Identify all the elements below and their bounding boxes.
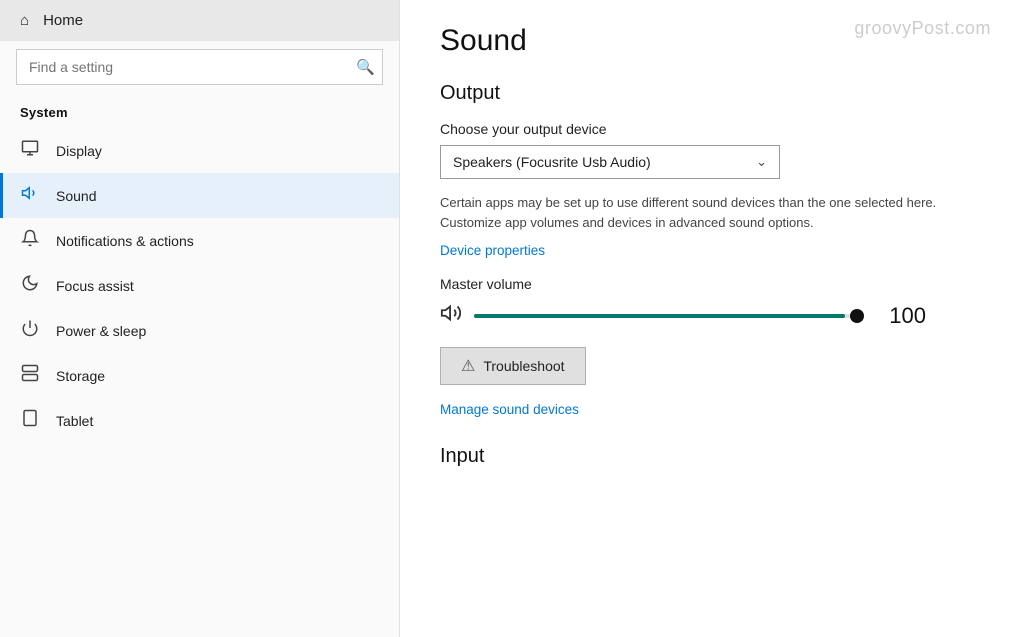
sidebar-item-sound[interactable]: Sound — [0, 173, 399, 218]
volume-label: Master volume — [440, 276, 979, 292]
sidebar-home-label: Home — [43, 12, 83, 29]
sidebar-item-tablet[interactable]: Tablet — [0, 398, 399, 443]
sidebar-item-storage[interactable]: Storage — [0, 353, 399, 398]
output-device-dropdown[interactable]: Speakers (Focusrite Usb Audio) ⌄ — [440, 145, 780, 179]
storage-icon — [20, 364, 40, 387]
sidebar-item-notifications[interactable]: Notifications & actions — [0, 218, 399, 263]
sidebar-section-label: System — [0, 99, 399, 128]
input-section: Input — [440, 445, 979, 468]
manage-sound-devices-link[interactable]: Manage sound devices — [440, 402, 579, 417]
volume-icon — [440, 302, 462, 329]
sound-icon — [20, 184, 40, 207]
sidebar-item-display[interactable]: Display — [0, 128, 399, 173]
notifications-icon — [20, 229, 40, 252]
sidebar-item-home[interactable]: ⌂ Home — [0, 0, 399, 41]
power-icon — [20, 319, 40, 342]
sidebar-item-storage-label: Storage — [56, 368, 105, 384]
volume-row: 100 — [440, 302, 979, 329]
dropdown-arrow-icon: ⌄ — [756, 154, 767, 170]
slider-thumb[interactable] — [850, 309, 864, 323]
sidebar-item-power-label: Power & sleep — [56, 323, 146, 339]
sidebar-item-notifications-label: Notifications & actions — [56, 233, 194, 249]
sidebar-item-sound-label: Sound — [56, 188, 96, 204]
sidebar-nav: Display Sound Notifications & actio — [0, 128, 399, 443]
output-info-text: Certain apps may be set up to use differ… — [440, 193, 979, 232]
output-section-title: Output — [440, 82, 979, 105]
volume-slider[interactable] — [474, 314, 864, 318]
main-content: Sound Output Choose your output device S… — [400, 0, 1019, 637]
device-properties-link[interactable]: Device properties — [440, 243, 545, 258]
output-section: Output Choose your output device Speaker… — [440, 82, 979, 435]
sidebar-item-power[interactable]: Power & sleep — [0, 308, 399, 353]
sidebar-item-focus-label: Focus assist — [56, 278, 134, 294]
sidebar-item-tablet-label: Tablet — [56, 413, 93, 429]
output-device-value: Speakers (Focusrite Usb Audio) — [453, 154, 651, 170]
troubleshoot-button[interactable]: ⚠ Troubleshoot — [440, 347, 586, 385]
search-input[interactable] — [16, 49, 383, 85]
display-icon — [20, 139, 40, 162]
warning-icon: ⚠ — [461, 356, 475, 376]
slider-fill — [474, 314, 845, 318]
home-icon: ⌂ — [20, 12, 29, 29]
troubleshoot-label: Troubleshoot — [483, 358, 564, 374]
device-label: Choose your output device — [440, 121, 979, 137]
sidebar-item-display-label: Display — [56, 143, 102, 159]
search-button[interactable]: 🔍 — [356, 58, 375, 76]
volume-section: Master volume 100 — [440, 276, 979, 329]
volume-value: 100 — [876, 303, 926, 329]
sidebar: ⌂ Home 🔍 System Display — [0, 0, 400, 637]
sidebar-item-focus[interactable]: Focus assist — [0, 263, 399, 308]
input-section-title: Input — [440, 445, 979, 468]
sidebar-search-container: 🔍 — [16, 49, 383, 85]
tablet-icon — [20, 409, 40, 432]
focus-icon — [20, 274, 40, 297]
watermark: groovyPost.com — [854, 18, 991, 39]
